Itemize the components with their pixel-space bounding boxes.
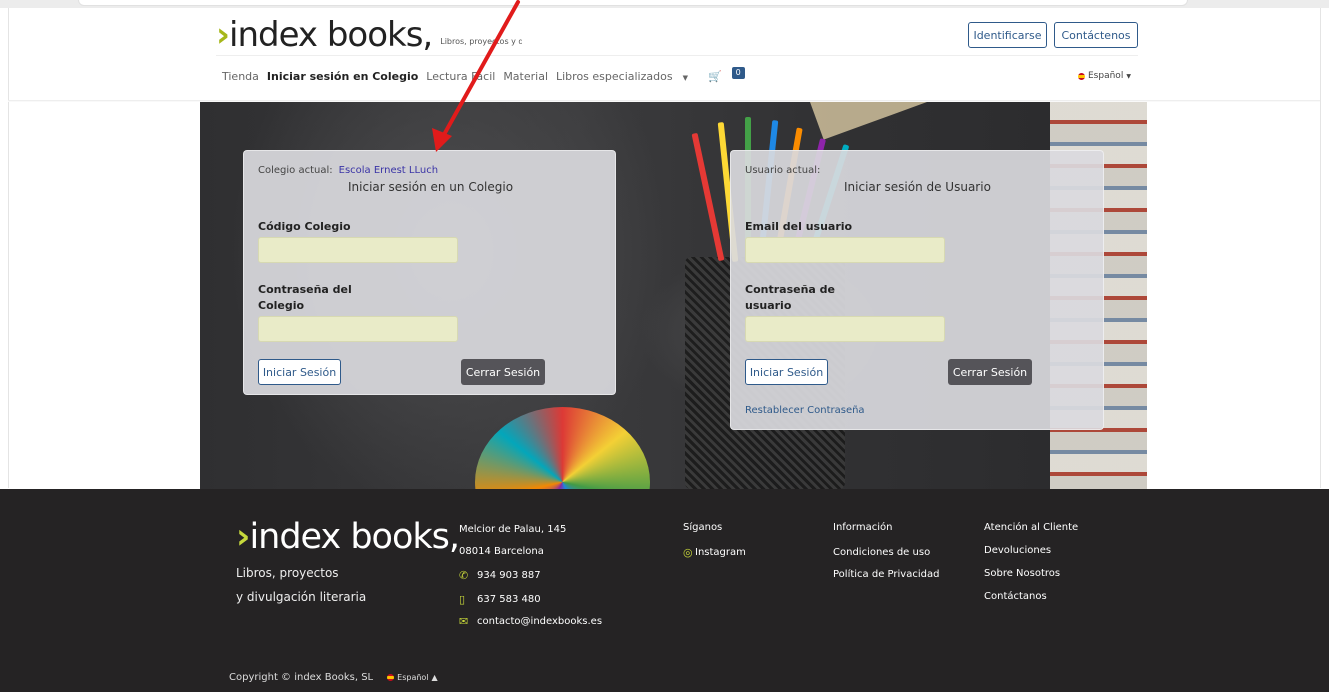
nav-specialized-dropdown[interactable]: Libros especializados ▼: [556, 70, 696, 83]
cart-button[interactable]: 🛒 0: [707, 67, 753, 83]
footer-email-address: contacto@indexbooks.es: [477, 616, 603, 627]
user-password-label-line2: usuario: [745, 299, 792, 312]
nav-school-login[interactable]: Iniciar sesión en Colegio: [267, 70, 418, 83]
user-password-label-line1: Contraseña de: [745, 283, 835, 296]
identify-button[interactable]: Identificarse: [968, 22, 1047, 48]
ruler-image: [810, 102, 975, 140]
language-label: Español: [1088, 71, 1124, 81]
school-login-panel: Colegio actual: Escola Ernest LLuch Inici…: [243, 150, 616, 395]
hero-login-section: Colegio actual: Escola Ernest LLuch Inici…: [200, 102, 1147, 489]
chevron-down-icon: ▼: [1126, 72, 1131, 80]
footer-follow-heading: Síganos: [683, 522, 723, 533]
rubber-band-ball-image: [475, 407, 650, 489]
footer-tagline-line2: y divulgación literaria: [236, 590, 367, 604]
footer-phone-number: 934 903 887: [477, 570, 541, 581]
user-logout-button[interactable]: Cerrar Sesión: [948, 359, 1032, 385]
cart-count-badge: 0: [731, 67, 745, 79]
footer-about-link[interactable]: Sobre Nosotros: [984, 568, 1060, 579]
footer-language-label: Español: [397, 673, 429, 682]
chevron-down-icon: ▼: [682, 73, 688, 82]
site-logo[interactable]: ›index books, Libros, proyectos y divulg…: [216, 16, 522, 52]
page-left-edge: [8, 8, 9, 488]
footer-support-heading: Atención al Cliente: [984, 522, 1079, 533]
footer-language-selector[interactable]: Español ▲: [387, 673, 438, 682]
current-school-value: Escola Ernest LLuch: [338, 165, 439, 176]
reset-password-link[interactable]: Restablecer Contraseña: [745, 405, 865, 416]
nav-specialized-label: Libros especializados: [556, 69, 673, 83]
school-password-input[interactable]: [258, 316, 458, 342]
footer-contact-link[interactable]: Contáctanos: [984, 591, 1047, 602]
envelope-icon: ✉: [459, 615, 469, 628]
chevron-up-icon: ▲: [431, 673, 438, 682]
language-selector[interactable]: Español ▼: [1078, 71, 1131, 81]
school-logout-button[interactable]: Cerrar Sesión: [461, 359, 545, 385]
footer-instagram-link[interactable]: ◎ Instagram: [683, 546, 746, 559]
footer-privacy-link[interactable]: Política de Privacidad: [833, 569, 939, 580]
current-user-label: Usuario actual:: [745, 165, 821, 176]
phone-icon: ✆: [459, 569, 469, 582]
current-school: Colegio actual: Escola Ernest LLuch: [258, 165, 438, 176]
header-divider: [216, 55, 1138, 56]
user-email-label: Email del usuario: [745, 220, 853, 233]
school-code-input[interactable]: [258, 237, 458, 263]
nav-easy-reading[interactable]: Lectura Fácil: [426, 70, 495, 83]
school-password-label-line1: Contraseña del: [258, 283, 352, 296]
user-email-input[interactable]: [745, 237, 945, 263]
footer-email[interactable]: ✉ contacto@indexbooks.es: [459, 615, 602, 628]
nav-material[interactable]: Material: [503, 70, 548, 83]
footer-instagram-label: Instagram: [695, 547, 746, 558]
footer-address-line2: 08014 Barcelona: [459, 546, 544, 557]
footer-mobile[interactable]: ▯ 637 583 480: [459, 593, 541, 606]
footer-copyright: Copyright © index Books, SL Español ▲: [229, 672, 438, 683]
school-password-label-line2: Colegio: [258, 299, 305, 312]
main-nav: Tienda Iniciar sesión en Colegio Lectura…: [222, 67, 761, 84]
browser-top-strip: [0, 0, 1329, 8]
footer-mobile-number: 637 583 480: [477, 594, 541, 605]
footer-terms-link[interactable]: Condiciones de uso: [833, 547, 930, 558]
footer-tagline-line1: Libros, proyectos: [236, 566, 339, 580]
current-school-label: Colegio actual:: [258, 165, 333, 176]
site-footer: ›index books, Libros, proyectos y divulg…: [0, 489, 1329, 692]
current-user: Usuario actual:: [745, 165, 820, 176]
footer-info-heading: Información: [833, 522, 893, 533]
school-panel-title: Iniciar sesión en un Colegio: [348, 180, 514, 194]
footer-logo[interactable]: ›index books,: [236, 517, 460, 557]
footer-phone[interactable]: ✆ 934 903 887: [459, 569, 541, 582]
page-right-edge: [1320, 8, 1321, 488]
user-login-button[interactable]: Iniciar Sesión: [745, 359, 828, 385]
contact-button[interactable]: Contáctenos: [1054, 22, 1138, 48]
cart-icon: 🛒: [707, 69, 722, 83]
school-login-button[interactable]: Iniciar Sesión: [258, 359, 341, 385]
mobile-icon: ▯: [459, 593, 466, 606]
user-login-panel: Usuario actual: Iniciar sesión de Usuari…: [730, 150, 1104, 430]
top-strip-inner: [78, 0, 1188, 6]
nav-shop[interactable]: Tienda: [222, 70, 259, 83]
footer-address-line1: Melcior de Palau, 145: [459, 524, 567, 535]
school-code-label: Código Colegio: [258, 220, 351, 233]
pencil-image: [691, 132, 725, 262]
copyright-text: Copyright © index Books, SL: [229, 672, 374, 683]
user-password-input[interactable]: [745, 316, 945, 342]
user-panel-title: Iniciar sesión de Usuario: [844, 180, 991, 194]
footer-returns-link[interactable]: Devoluciones: [984, 545, 1051, 556]
logo-wordmark: ›index books,: [216, 15, 433, 55]
spain-flag-icon: [1078, 72, 1085, 80]
logo-tagline: Libros, proyectos y divulgación literari…: [440, 37, 523, 46]
instagram-icon: ◎: [683, 546, 693, 559]
spain-flag-icon: [387, 674, 395, 681]
